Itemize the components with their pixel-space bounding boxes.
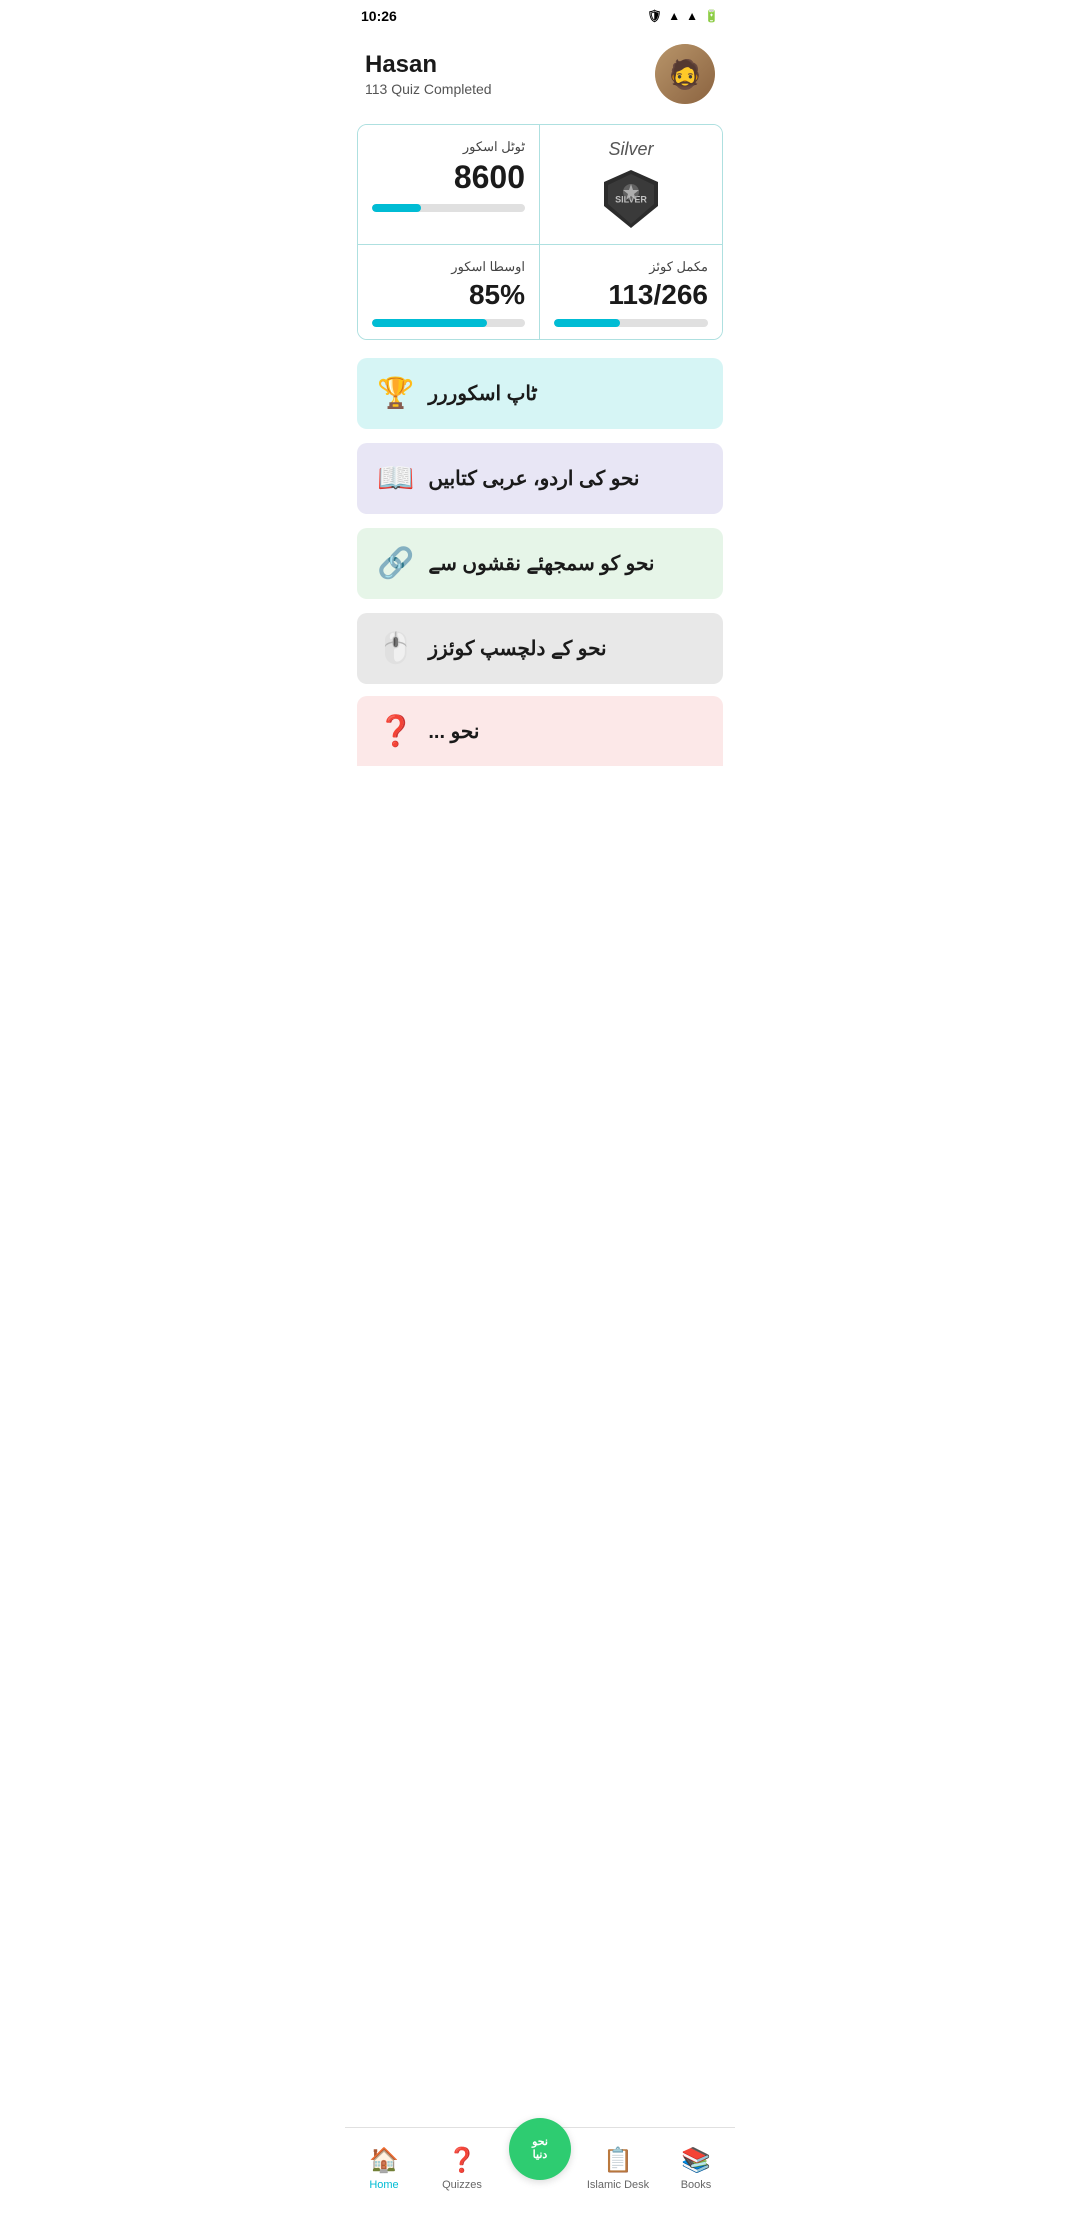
- completed-quiz-progress-fill: [554, 319, 620, 327]
- home-icon: 🏠: [369, 2146, 399, 2175]
- diagrams-text: نحو کو سمجھئے نقشوں سے: [428, 551, 654, 576]
- book-icon: 📖: [377, 461, 414, 496]
- avg-score-progress-bg: [372, 319, 525, 327]
- badge-cell: Silver SILVER: [540, 125, 722, 245]
- network-icon: 🔗: [377, 546, 414, 581]
- partial-feature-card[interactable]: نحو ... ❓: [357, 696, 723, 766]
- user-name: Hasan: [365, 51, 492, 79]
- islamic-desk-label: Islamic Desk: [587, 2179, 649, 2191]
- completed-quiz-cell: مکمل کوئز 113/266: [540, 245, 722, 339]
- feature-card-top-scorer[interactable]: ٹاپ اسکوررر 🏆: [357, 358, 723, 429]
- shield-icon: 🛡: [647, 9, 662, 23]
- avg-score-cell: اوسطا اسکور 85%: [358, 245, 540, 339]
- center-text: نحودنیا: [532, 2136, 548, 2162]
- quizzes-text: نحو کے دلچسپ کوئزز: [428, 636, 606, 661]
- completed-quiz-label: مکمل کوئز: [554, 259, 708, 275]
- feature-card-diagrams[interactable]: نحو کو سمجھئے نقشوں سے 🔗: [357, 528, 723, 599]
- status-time: 10:26: [361, 8, 397, 24]
- silver-badge: SILVER: [600, 168, 662, 230]
- feature-cards: ٹاپ اسکوررر 🏆 نحو کی اردو، عربی کتابیں 📖…: [345, 358, 735, 684]
- partial-card-text: نحو ...: [428, 719, 479, 744]
- trophy-icon: 🏆: [377, 376, 414, 411]
- status-bar: 10:26 🛡 ▲ ▲ 🔋: [345, 0, 735, 32]
- nav-books[interactable]: 📚 Books: [657, 2146, 735, 2191]
- total-score-cell: ٹوٹل اسکور 8600: [358, 125, 540, 245]
- total-score-label: ٹوٹل اسکور: [372, 139, 525, 155]
- avg-score-label: اوسطا اسکور: [372, 259, 525, 275]
- completed-quiz-progress-bg: [554, 319, 708, 327]
- feature-card-books[interactable]: نحو کی اردو، عربی کتابیں 📖: [357, 443, 723, 514]
- status-icons: 🛡 ▲ ▲ 🔋: [647, 9, 719, 23]
- avatar: 🧔: [655, 44, 715, 104]
- islamic-desk-icon: 📋: [603, 2146, 633, 2175]
- wifi-icon: ▲: [686, 9, 698, 23]
- center-circle: نحودنیا: [509, 2118, 571, 2180]
- battery-icon: 🔋: [704, 9, 719, 23]
- quizzes-label: Quizzes: [442, 2179, 482, 2191]
- user-info: Hasan 113 Quiz Completed: [365, 51, 492, 97]
- books-label: Books: [681, 2179, 712, 2191]
- quiz-icon: 🖱️: [377, 631, 414, 666]
- completed-quiz-value: 113/266: [554, 279, 708, 311]
- nav-quizzes[interactable]: ❓ Quizzes: [423, 2146, 501, 2191]
- avatar-image: 🧔: [655, 44, 715, 104]
- badge-label: Silver: [608, 139, 653, 160]
- total-score-value: 8600: [372, 159, 525, 196]
- nav-islamic-desk[interactable]: 📋 Islamic Desk: [579, 2146, 657, 2191]
- bottom-nav: 🏠 Home ❓ Quizzes نحودنیا 📋 Islamic Desk …: [345, 2127, 735, 2220]
- total-score-progress-fill: [372, 204, 421, 212]
- stats-grid: ٹوٹل اسکور 8600 Silver SILVER اوسطا اسکو…: [357, 124, 723, 340]
- nav-home[interactable]: 🏠 Home: [345, 2146, 423, 2191]
- quiz-count: 113 Quiz Completed: [365, 81, 492, 97]
- avg-score-value: 85%: [372, 279, 525, 311]
- books-text: نحو کی اردو، عربی کتابیں: [428, 466, 639, 491]
- header: Hasan 113 Quiz Completed 🧔: [345, 32, 735, 124]
- signal-icon: ▲: [668, 9, 680, 23]
- feature-card-quizzes[interactable]: نحو کے دلچسپ کوئزز 🖱️: [357, 613, 723, 684]
- nav-center[interactable]: نحودنیا: [501, 2118, 579, 2182]
- quizzes-nav-icon: ❓: [447, 2146, 477, 2175]
- books-nav-icon: 📚: [681, 2146, 711, 2175]
- top-scorer-text: ٹاپ اسکوررر: [428, 381, 537, 406]
- home-label: Home: [369, 2179, 398, 2191]
- avg-score-progress-fill: [372, 319, 487, 327]
- total-score-progress-bg: [372, 204, 525, 212]
- partial-card-icon: ❓: [377, 714, 414, 749]
